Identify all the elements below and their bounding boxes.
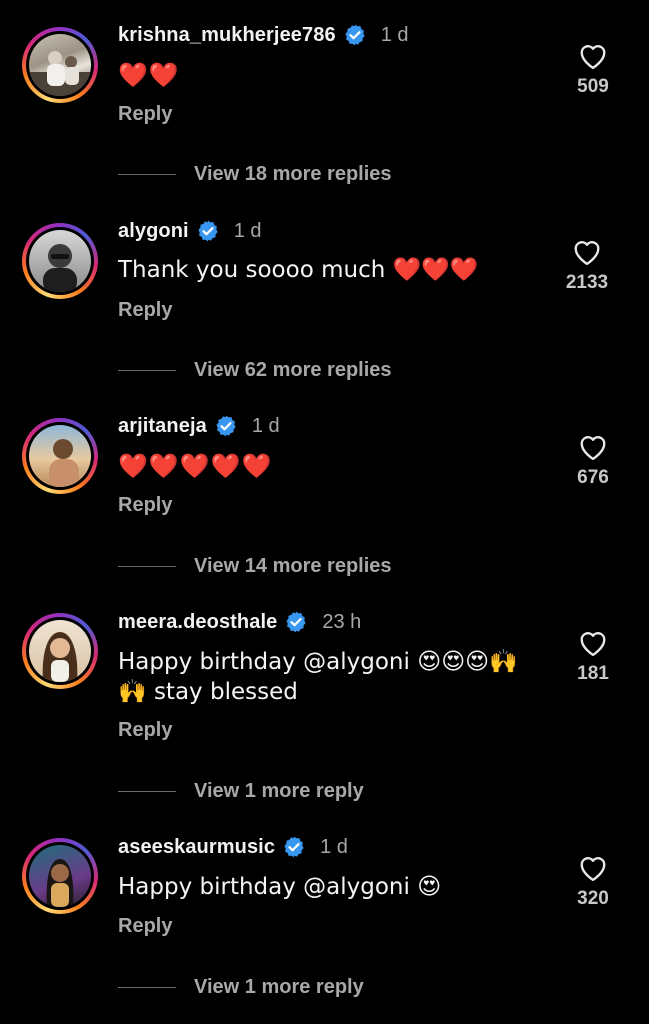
comment-text: ❤️❤️❤️❤️❤️ (118, 452, 273, 480)
avatar[interactable] (22, 27, 98, 103)
like-count: 320 (577, 888, 609, 909)
view-more-replies-button[interactable]: View 1 more reply (118, 780, 364, 803)
like-count: 676 (577, 467, 609, 488)
comment-username[interactable]: krishna_mukherjee786 (118, 24, 336, 47)
view-more-replies-label: View 1 more reply (194, 780, 364, 802)
comment-timestamp: 1 d (251, 414, 280, 437)
comment-timestamp: 1 d (320, 835, 348, 858)
divider (118, 791, 176, 792)
verified-badge-icon (216, 415, 236, 437)
view-more-replies-button[interactable]: View 1 more reply (118, 976, 364, 999)
reply-button[interactable]: Reply (118, 719, 172, 742)
avatar[interactable] (22, 223, 98, 299)
heart-outline-icon[interactable] (572, 238, 602, 266)
view-more-replies-label: View 1 more reply (194, 976, 364, 998)
comment-username[interactable]: alygoni (118, 220, 189, 243)
like-count: 509 (577, 76, 609, 97)
heart-outline-icon[interactable] (578, 854, 608, 882)
verified-badge-icon (345, 24, 365, 46)
view-more-replies-button[interactable]: View 14 more replies (118, 555, 392, 578)
view-more-replies-label: View 14 more replies (194, 555, 392, 577)
heart-outline-icon[interactable] (578, 629, 608, 657)
like-control: 181 (558, 629, 628, 685)
comment-username[interactable]: arjitaneja (118, 415, 207, 438)
view-more-replies-label: View 18 more replies (194, 163, 392, 185)
view-more-replies-button[interactable]: View 18 more replies (118, 163, 392, 186)
like-control: 676 (558, 433, 628, 489)
divider (118, 370, 176, 371)
reply-button[interactable]: Reply (118, 915, 172, 938)
verified-badge-icon (198, 220, 218, 242)
comment-timestamp: 1 d (233, 219, 262, 242)
avatar[interactable] (22, 613, 98, 689)
divider (118, 566, 176, 567)
comment-text-line2: 🙌 stay blessed (118, 679, 298, 705)
reply-button[interactable]: Reply (118, 103, 172, 126)
view-more-replies-button[interactable]: View 62 more replies (118, 359, 392, 382)
comment-username[interactable]: aseeskaurmusic (118, 836, 275, 859)
like-control: 320 (558, 854, 628, 910)
comment-timestamp: 1 d (380, 23, 409, 46)
like-control: 509 (558, 42, 628, 98)
reply-button[interactable]: Reply (118, 299, 172, 322)
comment-text: ❤️❤️ (118, 61, 180, 89)
comment-timestamp: 23 h (322, 610, 362, 633)
comment-text: Happy birthday @alygoni 😍 (118, 874, 442, 900)
view-more-replies-label: View 62 more replies (194, 359, 392, 381)
divider (118, 987, 176, 988)
avatar[interactable] (22, 838, 98, 914)
verified-badge-icon (286, 611, 306, 633)
reply-button[interactable]: Reply (118, 494, 172, 517)
comment-username[interactable]: meera.deosthale (118, 611, 277, 634)
like-count: 2133 (565, 272, 609, 293)
avatar[interactable] (22, 418, 98, 494)
comment-text: Happy birthday @alygoni 😍😍😍🙌 (118, 649, 518, 675)
heart-outline-icon[interactable] (578, 42, 608, 70)
divider (118, 174, 176, 175)
like-control: 2133 (552, 238, 622, 294)
verified-badge-icon (284, 836, 304, 858)
heart-outline-icon[interactable] (578, 433, 608, 461)
like-count: 181 (577, 663, 609, 684)
comment-text: Thank you soooo much ❤️❤️❤️ (118, 257, 479, 283)
